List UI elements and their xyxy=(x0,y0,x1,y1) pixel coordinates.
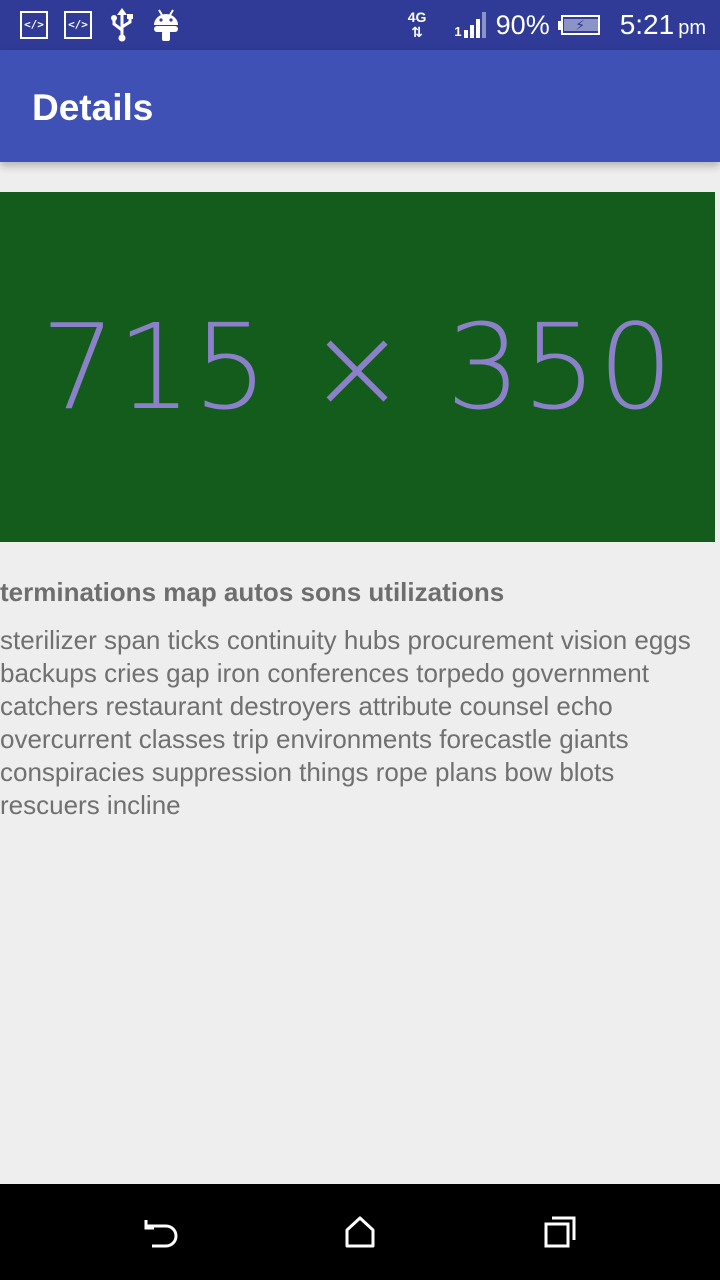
navigation-bar xyxy=(0,1184,720,1280)
battery-charging-icon: ⚡ xyxy=(557,15,602,35)
battery-percent: 90% xyxy=(495,9,550,40)
code-icon: </> xyxy=(64,11,92,39)
back-icon xyxy=(144,1220,178,1248)
signal-strength-icon: 1 xyxy=(454,12,487,38)
usb-icon xyxy=(108,8,136,42)
notification-icons: </> </> xyxy=(20,8,196,42)
recents-icon xyxy=(544,1216,576,1248)
data-arrows-icon: ⇅ xyxy=(411,24,423,40)
recents-button[interactable] xyxy=(536,1208,584,1256)
hero-image-placeholder: 715 × 350 xyxy=(0,192,715,542)
android-icon xyxy=(152,8,180,42)
clock-time: 5:21 xyxy=(619,9,675,40)
hero-image-size-label: 715 × 350 xyxy=(40,298,675,436)
system-status: 4G ⇅ 1 90% ⚡ 5:21 pm xyxy=(408,6,706,44)
network-indicator: 4G ⇅ xyxy=(408,10,427,40)
article-title: terminations map autos sons utilizations xyxy=(0,577,505,607)
clock-ampm: pm xyxy=(678,17,706,39)
code-icon: </> xyxy=(20,11,48,39)
signal-sim-label: 1 xyxy=(454,24,462,39)
network-type: 4G xyxy=(407,9,427,25)
clock: 5:21 pm xyxy=(620,9,706,41)
home-button[interactable] xyxy=(336,1208,384,1256)
back-button[interactable] xyxy=(136,1208,184,1256)
status-bar: </> </> 4G ⇅ 1 90% ⚡ 5:21 pm xyxy=(0,0,720,50)
app-bar: Details xyxy=(0,50,720,162)
article-body: sterilizer span ticks continuity hubs pr… xyxy=(0,625,691,820)
home-icon xyxy=(345,1216,375,1248)
page-title: Details xyxy=(32,87,154,128)
